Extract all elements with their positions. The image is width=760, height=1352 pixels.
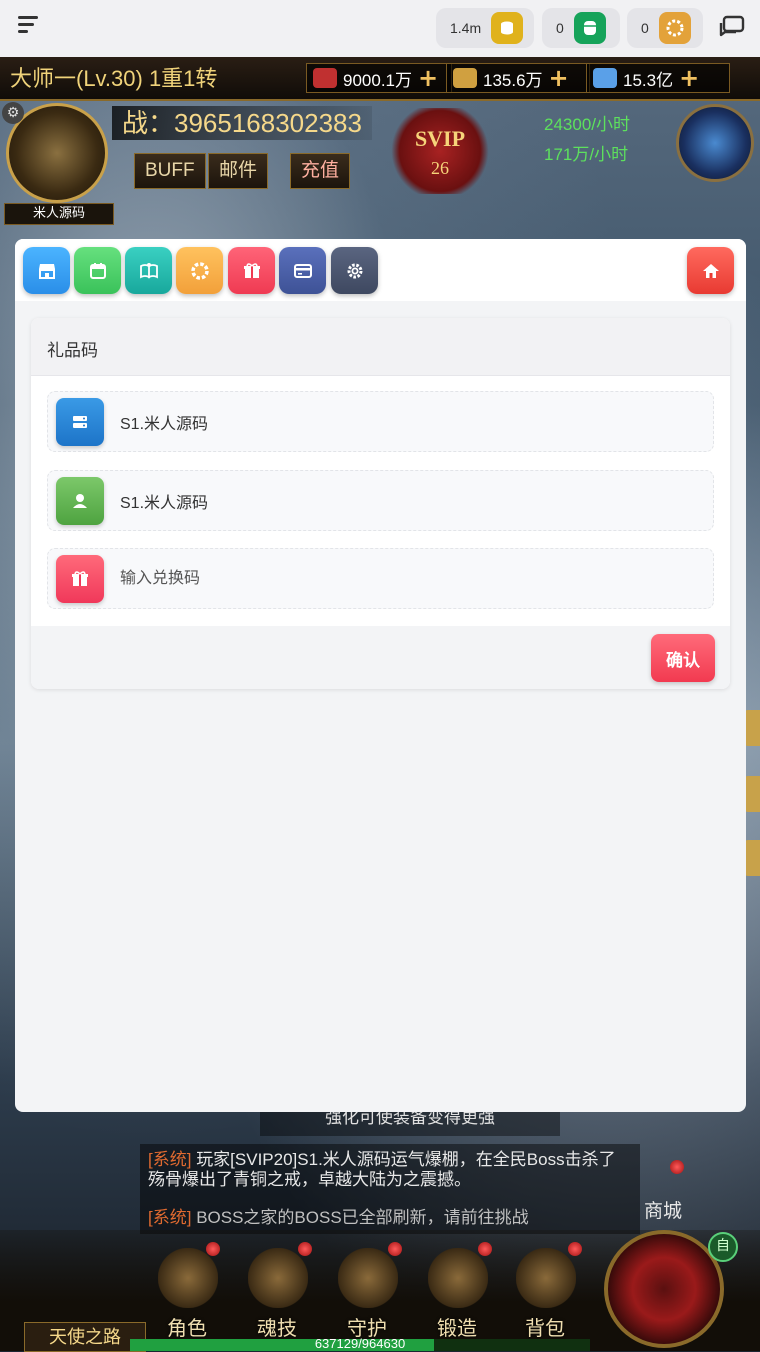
player-title: 大师一(Lv.30) 1重1转 [10, 66, 218, 91]
cylinder-icon [573, 12, 606, 44]
notification-dot [478, 1242, 492, 1256]
add-gold-icon[interactable]: + [418, 66, 438, 90]
currency-orange-value: 0 [641, 20, 649, 36]
card-footer [31, 626, 730, 689]
top-app-bar: 1.4m 0 0 [0, 0, 760, 58]
game-hud-top: 大师一(Lv.30) 1重1转 9000.1万 + 135.6万 + 15.3亿… [0, 57, 760, 101]
currency-green-value: 0 [556, 20, 564, 36]
wheel-icon[interactable] [176, 247, 223, 294]
add-ingot-icon[interactable]: + [549, 66, 569, 90]
attack-orb[interactable] [604, 1230, 724, 1348]
card-header: 礼品码 [31, 318, 730, 376]
server-row[interactable]: S1.米人源码 [47, 391, 714, 452]
account-row[interactable]: S1.米人源码 [47, 470, 714, 531]
side-tab-1[interactable] [744, 710, 760, 746]
coin-stack-icon [491, 12, 524, 44]
modal-toolbar [15, 239, 746, 301]
resource-gold-value: 9000.1万 [343, 70, 412, 90]
gold-ingot-icon [313, 68, 337, 88]
resource-gold[interactable]: 9000.1万 + [306, 63, 452, 93]
diamond-icon [593, 68, 617, 88]
currency-gold-value: 1.4m [450, 20, 482, 36]
confirm-button[interactable]: 确认 [651, 634, 715, 682]
server-name: S1.米人源码 [120, 416, 209, 433]
chat-tag: [系统] [148, 1150, 192, 1169]
home-icon[interactable] [687, 247, 734, 294]
gear-icon[interactable] [331, 247, 378, 294]
avatar-name: 米人源码 [4, 203, 114, 225]
side-tab-2[interactable] [744, 776, 760, 812]
chat-text: BOSS之家的BOSS已全部刷新，请前往挑战 [196, 1208, 529, 1227]
user-icon [56, 477, 104, 525]
svip-level: 26 [431, 158, 449, 178]
mail-button[interactable]: 邮件 [208, 153, 269, 189]
resource-ingot-value: 135.6万 [483, 70, 543, 90]
notification-dot [568, 1242, 582, 1256]
currency-orange[interactable]: 0 [627, 8, 703, 48]
gift-code-modal: 礼品码 S1.米人源码 S1.米人源码 确认 [15, 239, 746, 1112]
chat-tag: [系统] [148, 1208, 192, 1227]
notification-dot [298, 1242, 312, 1256]
recharge-button[interactable]: 充值 [290, 153, 351, 189]
server-icon [56, 398, 104, 446]
currency-green[interactable]: 0 [542, 8, 620, 48]
svip-label: SVIP [414, 126, 466, 151]
rate-gold: 24300/小时 [544, 115, 630, 134]
resource-diamond[interactable]: 15.3亿 + [586, 63, 730, 93]
notification-dot [388, 1242, 402, 1256]
notification-dot [670, 1160, 684, 1174]
gift-code-card: 礼品码 S1.米人源码 S1.米人源码 确认 [31, 318, 730, 689]
chat-line: [系统] 玩家[SVIP20]S1.米人源码运气爆棚，在全民Boss击杀了殇骨爆… [148, 1150, 618, 1190]
bag-icon[interactable] [516, 1248, 576, 1308]
gift-icon[interactable] [228, 247, 275, 294]
angel-road-button[interactable]: 天使之路 [24, 1322, 146, 1352]
book-icon[interactable] [125, 247, 172, 294]
resource-diamond-value: 15.3亿 [623, 70, 674, 90]
svip-badge[interactable]: SVIP 26 [388, 108, 492, 194]
sun-badge-icon [658, 12, 691, 44]
calendar-icon[interactable] [74, 247, 121, 294]
notification-dot [206, 1242, 220, 1256]
menu-icon[interactable] [18, 16, 40, 38]
gift-icon [56, 555, 104, 603]
forge-icon[interactable] [428, 1248, 488, 1308]
game-settings-icon[interactable]: ⚙ [2, 102, 24, 124]
card-title: 礼品码 [47, 341, 98, 360]
store-icon[interactable] [23, 247, 70, 294]
chat-line: [系统] BOSS之家的BOSS已全部刷新，请前往挑战 [148, 1208, 618, 1228]
xp-text: 637129/964630 [314, 1336, 406, 1351]
redeem-row[interactable] [47, 548, 714, 609]
chat-text: 玩家[SVIP20]S1.米人源码运气爆棚，在全民Boss击杀了殇骨爆出了青铜之… [148, 1150, 616, 1189]
card-icon[interactable] [279, 247, 326, 294]
buff-button[interactable]: BUFF [134, 153, 206, 189]
ingot-icon [453, 68, 477, 88]
side-tab-3[interactable] [744, 840, 760, 876]
guard-icon[interactable] [338, 1248, 398, 1308]
add-diamond-icon[interactable]: + [679, 66, 699, 90]
redeem-code-input[interactable] [114, 559, 706, 599]
chat-log: [系统] 玩家[SVIP20]S1.米人源码运气爆棚，在全民Boss击杀了殇骨爆… [140, 1144, 640, 1234]
soul-skill-icon[interactable] [248, 1248, 308, 1308]
currency-gold[interactable]: 1.4m [436, 8, 534, 48]
resource-ingot[interactable]: 135.6万 + [446, 63, 590, 93]
combat-power: 战：3965168302383 [112, 106, 372, 140]
auto-toggle[interactable]: 自 [708, 1232, 738, 1262]
shop-button[interactable]: 商城 [644, 1196, 682, 1223]
rate-exp: 171万/小时 [544, 145, 629, 164]
portal-orb-icon[interactable] [676, 104, 754, 182]
chat-icon[interactable] [718, 14, 746, 42]
account-name: S1.米人源码 [120, 495, 209, 512]
role-icon[interactable] [158, 1248, 218, 1308]
